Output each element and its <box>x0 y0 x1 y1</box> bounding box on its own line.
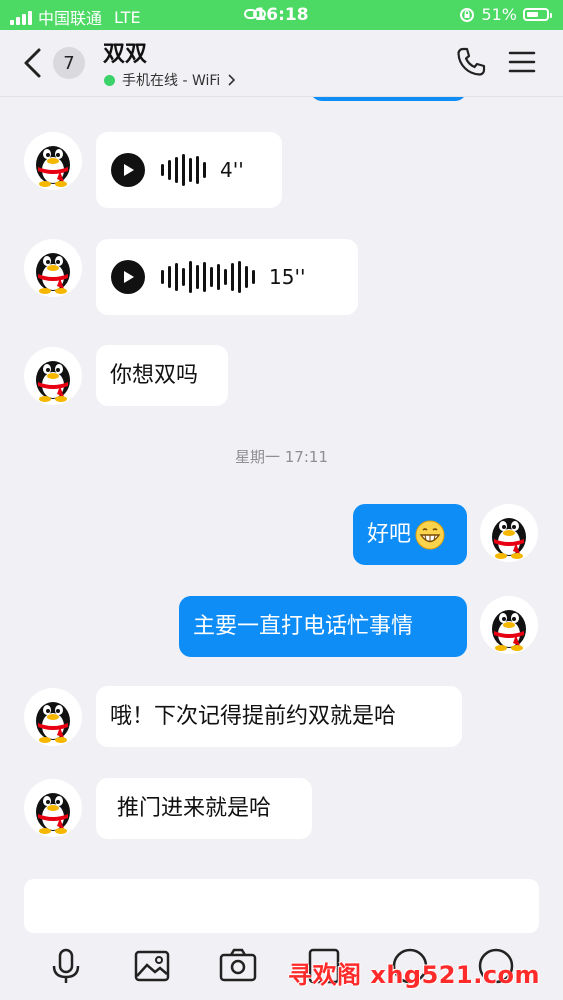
text-message-bubble[interactable]: 哦！下次记得提前约双就是哈 <box>96 686 462 747</box>
play-icon[interactable] <box>111 153 145 187</box>
chevron-left-icon[interactable] <box>18 46 48 80</box>
my-avatar[interactable] <box>480 504 538 562</box>
contact-avatar[interactable] <box>24 779 82 837</box>
contact-avatar[interactable] <box>24 347 82 405</box>
chat-screen: 中国联通 LTE 16:18 51% 7 双双 手机在线 - WiFi 4'' … <box>0 0 563 1000</box>
battery-icon <box>523 8 552 21</box>
chevron-right-icon <box>228 74 236 86</box>
voice-message-bubble[interactable]: 4'' <box>96 132 282 208</box>
play-icon[interactable] <box>111 260 145 294</box>
status-bar: 中国联通 LTE 16:18 51% <box>0 0 563 30</box>
battery-percent: 51% <box>481 5 517 24</box>
contact-avatar[interactable] <box>24 239 82 297</box>
penguin-avatar-icon <box>36 146 70 187</box>
contact-avatar[interactable] <box>24 132 82 190</box>
chat-header: 7 双双 手机在线 - WiFi <box>0 30 563 97</box>
voice-message-bubble[interactable]: 15'' <box>96 239 358 315</box>
time-separator: 星期一 17:11 <box>235 448 328 466</box>
watermark: 寻欢阁 xhg521.com <box>288 961 541 989</box>
online-dot <box>104 74 115 86</box>
message-text: 主要一直打电话忙事情 <box>193 613 414 639</box>
penguin-avatar-icon <box>36 253 70 294</box>
camera-icon[interactable] <box>218 946 258 986</box>
presence-label: 手机在线 - WiFi <box>122 73 221 89</box>
text-message-bubble[interactable]: 主要一直打电话忙事情 <box>179 596 467 657</box>
penguin-avatar-icon <box>492 518 526 559</box>
text-message-bubble[interactable]: 你想双吗 <box>96 345 228 406</box>
presence-status[interactable]: 手机在线 - WiFi <box>104 70 237 90</box>
message-text: 推门进来就是哈 <box>110 795 271 821</box>
microphone-icon[interactable] <box>46 946 86 986</box>
voice-duration: 4'' <box>220 158 244 182</box>
composer: 寻欢阁 xhg521.com <box>0 866 563 1000</box>
message-text: 哦！下次记得提前约双就是哈 <box>110 703 397 729</box>
contact-name[interactable]: 双双 <box>103 36 147 68</box>
penguin-avatar-icon <box>492 610 526 651</box>
penguin-avatar-icon <box>36 702 70 743</box>
voice-waveform <box>161 154 206 186</box>
unread-count-badge[interactable]: 7 <box>53 47 85 79</box>
penguin-avatar-icon <box>36 793 70 834</box>
message-text: 你想双吗 <box>110 362 199 388</box>
penguin-avatar-icon <box>36 361 70 402</box>
contact-avatar[interactable] <box>24 688 82 746</box>
message-text: 好吧 <box>367 521 412 547</box>
text-message-bubble[interactable]: 好吧 <box>353 504 467 565</box>
message-list[interactable]: 4'' 15'' 你想双吗 星期一 17:11 好吧 主要一直打电话忙事情 哦！… <box>0 76 563 866</box>
status-right: 51% <box>459 5 552 24</box>
my-avatar[interactable] <box>480 596 538 654</box>
orientation-lock-icon <box>460 7 475 22</box>
text-message-bubble[interactable]: 推门进来就是哈 <box>96 778 312 839</box>
phone-icon[interactable] <box>455 46 487 78</box>
message-input[interactable] <box>24 879 539 933</box>
voice-waveform <box>161 261 255 293</box>
grin-emoji-icon <box>415 520 445 549</box>
menu-icon[interactable] <box>508 48 536 76</box>
voice-duration: 15'' <box>269 265 306 289</box>
image-icon[interactable] <box>132 946 172 986</box>
